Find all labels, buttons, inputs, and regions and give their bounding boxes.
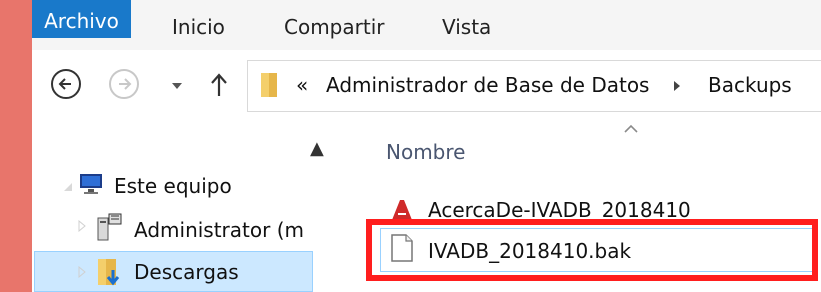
nav-item-este-equipo[interactable]: Este equipo (114, 174, 232, 198)
tab-vista[interactable]: Vista (442, 0, 491, 50)
forward-button[interactable] (109, 69, 139, 99)
breadcrumb-separator-icon[interactable] (673, 80, 681, 92)
tree-collapse-icon[interactable] (63, 182, 73, 192)
nav-item-administrator[interactable]: Administrator (m (134, 218, 304, 242)
tab-compartir[interactable]: Compartir (284, 0, 384, 50)
tab-inicio[interactable]: Inicio (172, 0, 225, 50)
breadcrumb-administrador[interactable]: Administrador de Base de Datos (326, 73, 649, 97)
ribbon-tabs: Archivo Inicio Compartir Vista (32, 0, 821, 51)
column-header-nombre[interactable]: Nombre (386, 140, 465, 164)
breadcrumb-backups[interactable]: Backups (708, 73, 792, 97)
network-drive-icon (97, 213, 122, 241)
tree-expand-icon[interactable] (78, 266, 86, 278)
red-highlight-box (366, 219, 818, 281)
computer-icon (80, 174, 102, 194)
recent-locations-dropdown-icon[interactable] (170, 81, 184, 91)
path-overflow[interactable]: « (296, 73, 308, 97)
tree-expand-icon[interactable] (78, 220, 86, 232)
downloads-folder-icon (98, 259, 120, 286)
up-arrow-icon[interactable] (209, 72, 229, 98)
back-button[interactable] (51, 69, 81, 99)
arrow-left-icon (58, 78, 71, 90)
tab-archivo[interactable]: Archivo (32, 0, 131, 38)
scroll-up-icon[interactable]: ▲ (310, 138, 324, 159)
nav-item-descargas[interactable]: Descargas (134, 260, 239, 284)
address-bar[interactable]: « Administrador de Base de Datos Backups (247, 60, 821, 112)
folder-icon (261, 73, 277, 97)
arrow-right-icon (119, 78, 132, 90)
window-left-border (0, 0, 32, 292)
navigation-bar: « Administrador de Base de Datos Backups (32, 50, 821, 120)
sort-ascending-icon (624, 124, 638, 133)
